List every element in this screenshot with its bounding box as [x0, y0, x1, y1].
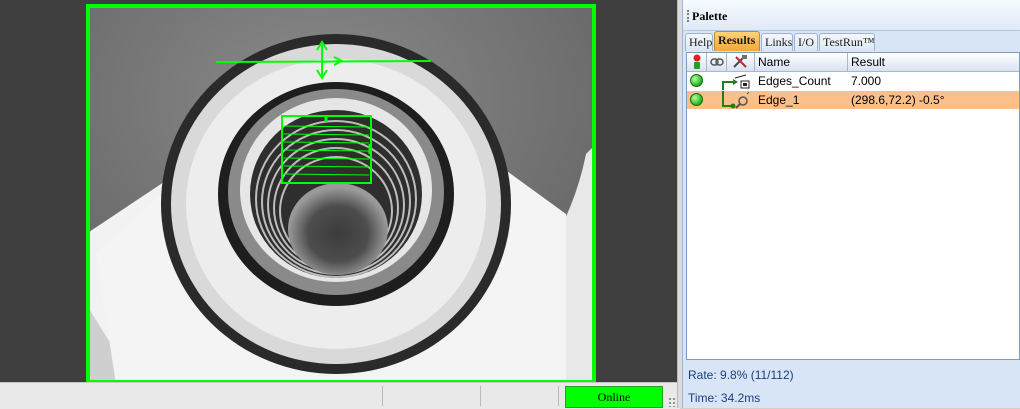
tab-help[interactable]: Help: [685, 33, 713, 51]
rate-readout: Rate: 9.8% (11/112): [688, 368, 794, 382]
link-column-header[interactable]: [707, 53, 727, 71]
palette-tabs: Help Results Links I/O TestRun™: [683, 31, 1020, 52]
grid-header: Name Result: [687, 53, 1019, 72]
name-column-header[interactable]: Name: [755, 53, 848, 71]
status-column-header[interactable]: [687, 53, 707, 71]
drag-grip-icon[interactable]: [687, 10, 691, 22]
inspection-image[interactable]: [86, 4, 596, 382]
tab-results[interactable]: Results: [714, 31, 760, 51]
camera-image: [86, 4, 596, 382]
tab-links[interactable]: Links: [761, 33, 793, 51]
status-bar: Online: [0, 382, 680, 409]
image-viewer[interactable]: [0, 0, 677, 382]
pass-status-icon: [690, 74, 703, 87]
palette-panel: Palette Help Results Links I/O TestRun™: [682, 0, 1020, 408]
count-tool-icon: [722, 74, 750, 90]
results-grid[interactable]: Name Result Edges_Count 7.000 Edge_1 (29…: [686, 52, 1020, 360]
palette-header[interactable]: Palette: [683, 0, 1020, 31]
status-separator: [558, 386, 559, 406]
table-row[interactable]: Edges_Count 7.000: [687, 72, 1019, 90]
tool-column-header[interactable]: [727, 53, 755, 71]
table-row-selected[interactable]: Edge_1 (298.6,72.2) -0.5°: [687, 91, 1019, 109]
row-name: Edges_Count: [758, 74, 831, 88]
palette-title: Palette: [692, 9, 728, 23]
row-result: 7.000: [851, 74, 882, 88]
chain-link-icon: [710, 58, 724, 66]
status-light-icon: [693, 54, 701, 69]
edge-tool-icon: [722, 91, 750, 109]
status-separator: [480, 386, 481, 406]
row-result: (298.6,72.2) -0.5°: [851, 93, 945, 107]
status-separator: [382, 386, 383, 406]
row-name: Edge_1: [758, 93, 800, 107]
pass-status-icon: [690, 93, 703, 106]
tab-io[interactable]: I/O: [794, 33, 818, 51]
time-readout: Time: 34.2ms: [688, 391, 761, 405]
result-column-header[interactable]: Result: [848, 53, 1019, 71]
tab-testrun[interactable]: TestRun™: [819, 33, 875, 51]
tools-icon: [733, 55, 747, 68]
online-status-badge[interactable]: Online: [565, 386, 663, 408]
